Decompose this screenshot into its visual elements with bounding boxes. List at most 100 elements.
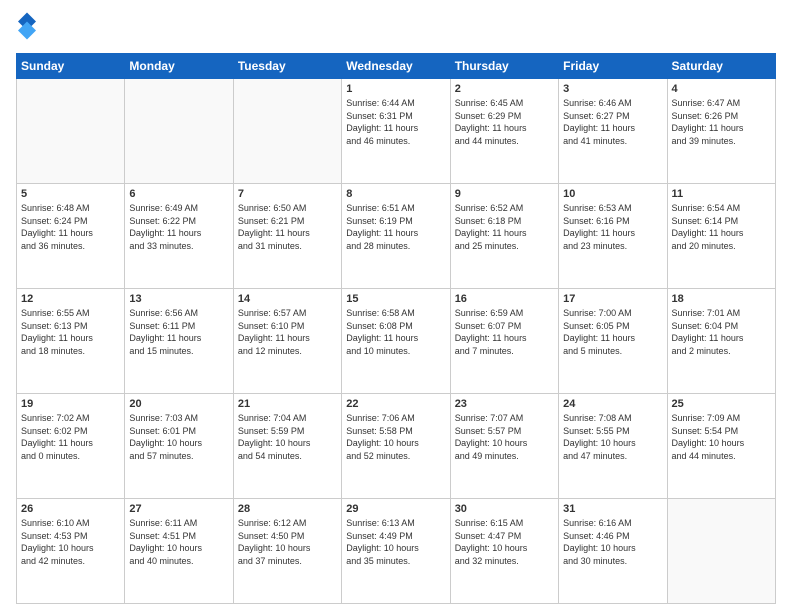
day-info: Sunrise: 6:45 AM Sunset: 6:29 PM Dayligh…: [455, 97, 554, 147]
day-info: Sunrise: 7:06 AM Sunset: 5:58 PM Dayligh…: [346, 412, 445, 462]
day-number: 20: [129, 398, 228, 410]
calendar-cell: [667, 499, 775, 604]
calendar-cell: [17, 79, 125, 184]
calendar-cell: 19Sunrise: 7:02 AM Sunset: 6:02 PM Dayli…: [17, 394, 125, 499]
weekday-header-sunday: Sunday: [17, 54, 125, 79]
day-info: Sunrise: 6:53 AM Sunset: 6:16 PM Dayligh…: [563, 202, 662, 252]
day-number: 23: [455, 398, 554, 410]
day-number: 26: [21, 503, 120, 515]
calendar-cell: 27Sunrise: 6:11 AM Sunset: 4:51 PM Dayli…: [125, 499, 233, 604]
day-number: 19: [21, 398, 120, 410]
calendar-cell: 18 Sunrise: 7:01 AM Sunset: 6:04 PM Dayli…: [667, 289, 775, 394]
day-info: Sunrise: 6:59 AM Sunset: 6:07 PM Dayligh…: [455, 307, 554, 357]
calendar-week-row: 12 Sunrise: 6:55 AM Sunset: 6:13 PM Dayli…: [17, 289, 776, 394]
day-number: 12: [21, 293, 120, 305]
day-info: Sunrise: 7:07 AM Sunset: 5:57 PM Dayligh…: [455, 412, 554, 462]
day-number: 21: [238, 398, 337, 410]
day-info: Sunrise: 6:49 AM Sunset: 6:22 PM Dayligh…: [129, 202, 228, 252]
calendar-cell: 30 Sunrise: 6:15 AM Sunset: 4:47 PM Dayli…: [450, 499, 558, 604]
day-number: 9: [455, 188, 554, 200]
calendar-cell: 22 Sunrise: 7:06 AM Sunset: 5:58 PM Dayli…: [342, 394, 450, 499]
calendar-cell: 1 Sunrise: 6:44 AM Sunset: 6:31 PM Daylig…: [342, 79, 450, 184]
day-number: 30: [455, 503, 554, 515]
day-number: 18: [672, 293, 771, 305]
day-info: Sunrise: 7:03 AM Sunset: 6:01 PM Dayligh…: [129, 412, 228, 462]
calendar-cell: 20 Sunrise: 7:03 AM Sunset: 6:01 PM Dayli…: [125, 394, 233, 499]
day-number: 17: [563, 293, 662, 305]
day-info: Sunrise: 6:46 AM Sunset: 6:27 PM Dayligh…: [563, 97, 662, 147]
weekday-header-monday: Monday: [125, 54, 233, 79]
day-info: Sunrise: 6:15 AM Sunset: 4:47 PM Dayligh…: [455, 517, 554, 567]
day-number: 25: [672, 398, 771, 410]
calendar-cell: 24 Sunrise: 7:08 AM Sunset: 5:55 PM Dayli…: [559, 394, 667, 499]
calendar-cell: 2 Sunrise: 6:45 AM Sunset: 6:29 PM Daylig…: [450, 79, 558, 184]
day-info: Sunrise: 7:00 AM Sunset: 6:05 PM Dayligh…: [563, 307, 662, 357]
weekday-header-row: SundayMondayTuesdayWednesdayThursdayFrid…: [17, 54, 776, 79]
day-number: 14: [238, 293, 337, 305]
weekday-header-wednesday: Wednesday: [342, 54, 450, 79]
calendar-cell: 29 Sunrise: 6:13 AM Sunset: 4:49 PM Dayli…: [342, 499, 450, 604]
calendar-cell: 3 Sunrise: 6:46 AM Sunset: 6:27 PM Daylig…: [559, 79, 667, 184]
weekday-header-thursday: Thursday: [450, 54, 558, 79]
day-info: Sunrise: 7:01 AM Sunset: 6:04 PM Dayligh…: [672, 307, 771, 357]
page: SundayMondayTuesdayWednesdayThursdayFrid…: [0, 0, 792, 612]
calendar-week-row: 5 Sunrise: 6:48 AM Sunset: 6:24 PM Daylig…: [17, 184, 776, 289]
logo: [16, 12, 42, 45]
day-info: Sunrise: 6:54 AM Sunset: 6:14 PM Dayligh…: [672, 202, 771, 252]
calendar-cell: 25Sunrise: 7:09 AM Sunset: 5:54 PM Dayli…: [667, 394, 775, 499]
calendar-cell: [125, 79, 233, 184]
day-info: Sunrise: 6:50 AM Sunset: 6:21 PM Dayligh…: [238, 202, 337, 252]
calendar-cell: 13Sunrise: 6:56 AM Sunset: 6:11 PM Dayli…: [125, 289, 233, 394]
day-number: 2: [455, 83, 554, 95]
calendar-cell: 8Sunrise: 6:51 AM Sunset: 6:19 PM Daylig…: [342, 184, 450, 289]
day-info: Sunrise: 6:13 AM Sunset: 4:49 PM Dayligh…: [346, 517, 445, 567]
calendar-week-row: 26 Sunrise: 6:10 AM Sunset: 4:53 PM Dayli…: [17, 499, 776, 604]
day-number: 3: [563, 83, 662, 95]
day-info: Sunrise: 6:47 AM Sunset: 6:26 PM Dayligh…: [672, 97, 771, 147]
calendar-cell: 17 Sunrise: 7:00 AM Sunset: 6:05 PM Dayli…: [559, 289, 667, 394]
calendar-cell: 15Sunrise: 6:58 AM Sunset: 6:08 PM Dayli…: [342, 289, 450, 394]
day-number: 31: [563, 503, 662, 515]
day-number: 28: [238, 503, 337, 515]
day-info: Sunrise: 6:44 AM Sunset: 6:31 PM Dayligh…: [346, 97, 445, 147]
weekday-header-saturday: Saturday: [667, 54, 775, 79]
calendar-cell: 26 Sunrise: 6:10 AM Sunset: 4:53 PM Dayli…: [17, 499, 125, 604]
day-number: 10: [563, 188, 662, 200]
header: [16, 12, 776, 45]
calendar-cell: 31 Sunrise: 6:16 AM Sunset: 4:46 PM Dayli…: [559, 499, 667, 604]
day-number: 6: [129, 188, 228, 200]
calendar-cell: 9Sunrise: 6:52 AM Sunset: 6:18 PM Daylig…: [450, 184, 558, 289]
calendar-table: SundayMondayTuesdayWednesdayThursdayFrid…: [16, 53, 776, 604]
day-info: Sunrise: 6:55 AM Sunset: 6:13 PM Dayligh…: [21, 307, 120, 357]
day-number: 11: [672, 188, 771, 200]
calendar-cell: [233, 79, 341, 184]
day-number: 16: [455, 293, 554, 305]
calendar-cell: 6 Sunrise: 6:49 AM Sunset: 6:22 PM Daylig…: [125, 184, 233, 289]
day-info: Sunrise: 6:57 AM Sunset: 6:10 PM Dayligh…: [238, 307, 337, 357]
calendar-cell: 10 Sunrise: 6:53 AM Sunset: 6:16 PM Dayli…: [559, 184, 667, 289]
day-info: Sunrise: 6:16 AM Sunset: 4:46 PM Dayligh…: [563, 517, 662, 567]
calendar-cell: 7 Sunrise: 6:50 AM Sunset: 6:21 PM Daylig…: [233, 184, 341, 289]
logo-icon: [18, 12, 36, 40]
day-number: 1: [346, 83, 445, 95]
calendar-cell: 12 Sunrise: 6:55 AM Sunset: 6:13 PM Dayli…: [17, 289, 125, 394]
calendar-cell: 16 Sunrise: 6:59 AM Sunset: 6:07 PM Dayli…: [450, 289, 558, 394]
day-info: Sunrise: 6:10 AM Sunset: 4:53 PM Dayligh…: [21, 517, 120, 567]
day-number: 22: [346, 398, 445, 410]
weekday-header-friday: Friday: [559, 54, 667, 79]
day-info: Sunrise: 7:08 AM Sunset: 5:55 PM Dayligh…: [563, 412, 662, 462]
day-info: Sunrise: 6:48 AM Sunset: 6:24 PM Dayligh…: [21, 202, 120, 252]
calendar-week-row: 1 Sunrise: 6:44 AM Sunset: 6:31 PM Daylig…: [17, 79, 776, 184]
day-number: 27: [129, 503, 228, 515]
calendar-cell: 21 Sunrise: 7:04 AM Sunset: 5:59 PM Dayli…: [233, 394, 341, 499]
day-number: 7: [238, 188, 337, 200]
day-number: 24: [563, 398, 662, 410]
calendar-week-row: 19Sunrise: 7:02 AM Sunset: 6:02 PM Dayli…: [17, 394, 776, 499]
day-number: 29: [346, 503, 445, 515]
day-number: 5: [21, 188, 120, 200]
day-info: Sunrise: 7:04 AM Sunset: 5:59 PM Dayligh…: [238, 412, 337, 462]
day-info: Sunrise: 6:56 AM Sunset: 6:11 PM Dayligh…: [129, 307, 228, 357]
calendar-cell: 5 Sunrise: 6:48 AM Sunset: 6:24 PM Daylig…: [17, 184, 125, 289]
day-number: 4: [672, 83, 771, 95]
day-info: Sunrise: 6:51 AM Sunset: 6:19 PM Dayligh…: [346, 202, 445, 252]
